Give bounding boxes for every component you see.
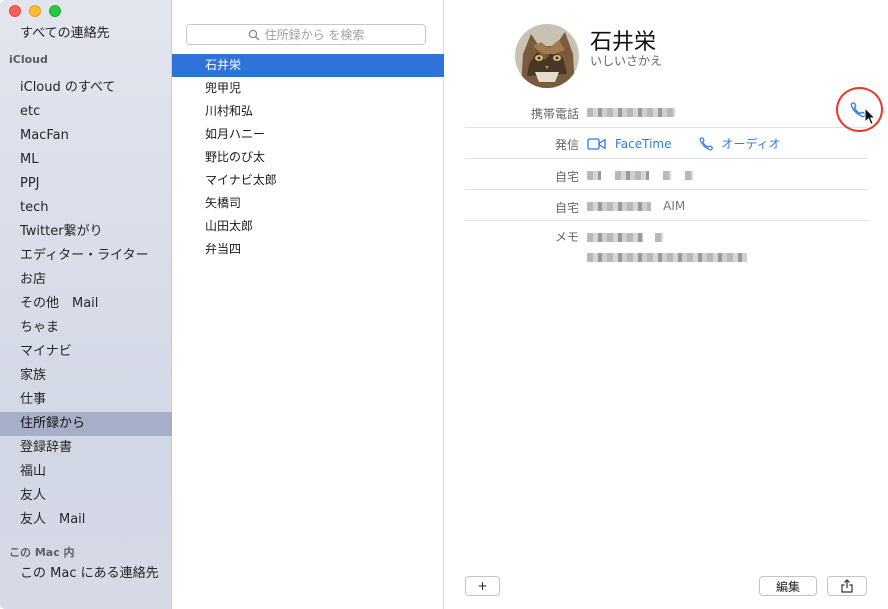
sidebar-item[interactable]: iCloud のすべて bbox=[0, 76, 172, 100]
field-label-home-2: 自宅 bbox=[554, 201, 579, 215]
sidebar-item-all-contacts[interactable]: すべての連絡先 bbox=[0, 22, 172, 46]
field-mobile: 携帯電話 bbox=[465, 105, 868, 128]
field-facetime: 発信 FaceTime オーディオ bbox=[465, 135, 868, 159]
sidebar-item[interactable]: 住所録から bbox=[0, 412, 172, 436]
facetime-audio-link[interactable]: オーディオ bbox=[722, 135, 781, 152]
cat-photo bbox=[515, 24, 579, 88]
video-camera-icon[interactable] bbox=[587, 137, 607, 151]
sidebar-item-mac-contacts[interactable]: この Mac にある連絡先 bbox=[0, 562, 172, 586]
avatar[interactable] bbox=[515, 24, 579, 88]
contact-row[interactable]: 弁当四 bbox=[172, 238, 444, 261]
sidebar-item[interactable]: MacFan bbox=[0, 124, 172, 148]
sidebar-item[interactable]: 友人 Mail bbox=[0, 508, 172, 532]
sidebar-item[interactable]: マイナビ bbox=[0, 340, 172, 364]
field-home-1: 自宅 bbox=[465, 168, 868, 190]
sidebar-item[interactable]: 友人 bbox=[0, 484, 172, 508]
mobile-number-redacted[interactable] bbox=[587, 105, 675, 120]
contacts-window: すべての連絡先 iCloud iCloud のすべて etc MacFan ML PPJ… bbox=[0, 0, 888, 609]
field-label-home-1: 自宅 bbox=[554, 170, 579, 184]
close-button[interactable] bbox=[9, 5, 21, 17]
sidebar-item[interactable]: 仕事 bbox=[0, 388, 172, 412]
sidebar-item[interactable]: お店 bbox=[0, 268, 172, 292]
sidebar-item[interactable]: 登録辞書 bbox=[0, 436, 172, 460]
section-header-icloud: iCloud bbox=[9, 53, 48, 66]
section-header-mac: この Mac 内 bbox=[9, 546, 75, 559]
sidebar: すべての連絡先 iCloud iCloud のすべて etc MacFan ML PPJ… bbox=[0, 0, 172, 609]
edit-button[interactable]: 編集 bbox=[759, 576, 817, 596]
field-memo: メモ bbox=[465, 228, 868, 264]
search-input[interactable]: 住所録から を検索 bbox=[186, 24, 426, 45]
contact-row[interactable]: 如月ハニー bbox=[172, 123, 444, 146]
sidebar-item[interactable]: tech bbox=[0, 196, 172, 220]
sidebar-item[interactable]: Twitter繋がり bbox=[0, 220, 172, 244]
facetime-actions: FaceTime オーディオ bbox=[587, 135, 781, 152]
contact-detail: 石井栄 いしいさかえ 携帯電話 発信 FaceTime オーディオ 自宅 自宅 … bbox=[445, 0, 888, 609]
sidebar-item[interactable]: etc bbox=[0, 100, 172, 124]
search-placeholder: 住所録から を検索 bbox=[264, 28, 365, 42]
contact-row[interactable]: 兜甲児 bbox=[172, 77, 444, 100]
share-button[interactable] bbox=[827, 576, 867, 596]
phone-audio-icon[interactable] bbox=[698, 136, 714, 152]
contact-row[interactable]: 石井栄 bbox=[172, 54, 444, 77]
contact-list-pane: 住所録から を検索 石井栄 兜甲児 川村和弘 如月ハニー 野比のび太 マイナビ太郎 矢橋司山… bbox=[172, 0, 444, 609]
contact-list: 石井栄 兜甲児 川村和弘 如月ハニー 野比のび太 マイナビ太郎 矢橋司 山田太郎 弁当四 bbox=[172, 54, 444, 261]
zoom-button[interactable] bbox=[49, 5, 61, 17]
home-2-redacted[interactable]: AIM bbox=[587, 199, 685, 214]
field-label-memo: メモ bbox=[554, 230, 579, 244]
field-home-2: 自宅 AIM bbox=[465, 199, 868, 221]
field-label-facetime: 発信 bbox=[554, 138, 579, 152]
sidebar-item[interactable]: その他 Mail bbox=[0, 292, 172, 316]
field-label-mobile: 携帯電話 bbox=[530, 107, 579, 121]
contact-row[interactable]: 野比のび太 bbox=[172, 146, 444, 169]
contact-row[interactable]: マイナビ太郎 bbox=[172, 169, 444, 192]
group-list: すべての連絡先 iCloud iCloud のすべて etc MacFan ML PPJ… bbox=[0, 22, 172, 586]
sidebar-item[interactable]: ちゃま bbox=[0, 316, 172, 340]
memo-redacted[interactable] bbox=[587, 230, 747, 262]
window-controls bbox=[9, 5, 61, 17]
sidebar-item[interactable]: ML bbox=[0, 148, 172, 172]
contact-row[interactable]: 矢橋司 bbox=[172, 192, 444, 215]
home-1-redacted[interactable] bbox=[587, 168, 694, 183]
add-field-button[interactable]: + bbox=[465, 576, 500, 596]
sidebar-item[interactable]: 家族 bbox=[0, 364, 172, 388]
share-icon bbox=[841, 579, 853, 593]
contact-row[interactable]: 山田太郎 bbox=[172, 215, 444, 238]
contact-row[interactable]: 川村和弘 bbox=[172, 100, 444, 123]
minimize-button[interactable] bbox=[29, 5, 41, 17]
facetime-video-link[interactable]: FaceTime bbox=[615, 137, 672, 151]
sidebar-item[interactable]: PPJ bbox=[0, 172, 172, 196]
sidebar-item[interactable]: 福山 bbox=[0, 460, 172, 484]
icloud-group-list: iCloud のすべて etc MacFan ML PPJ tech Twitter繋がりエ… bbox=[0, 76, 172, 532]
mouse-cursor-icon bbox=[864, 107, 876, 126]
search-icon bbox=[248, 29, 260, 40]
sidebar-item[interactable]: エディター・ライター bbox=[0, 244, 172, 268]
aim-label: AIM bbox=[663, 199, 686, 213]
contact-reading: いしいさかえ bbox=[590, 54, 663, 68]
